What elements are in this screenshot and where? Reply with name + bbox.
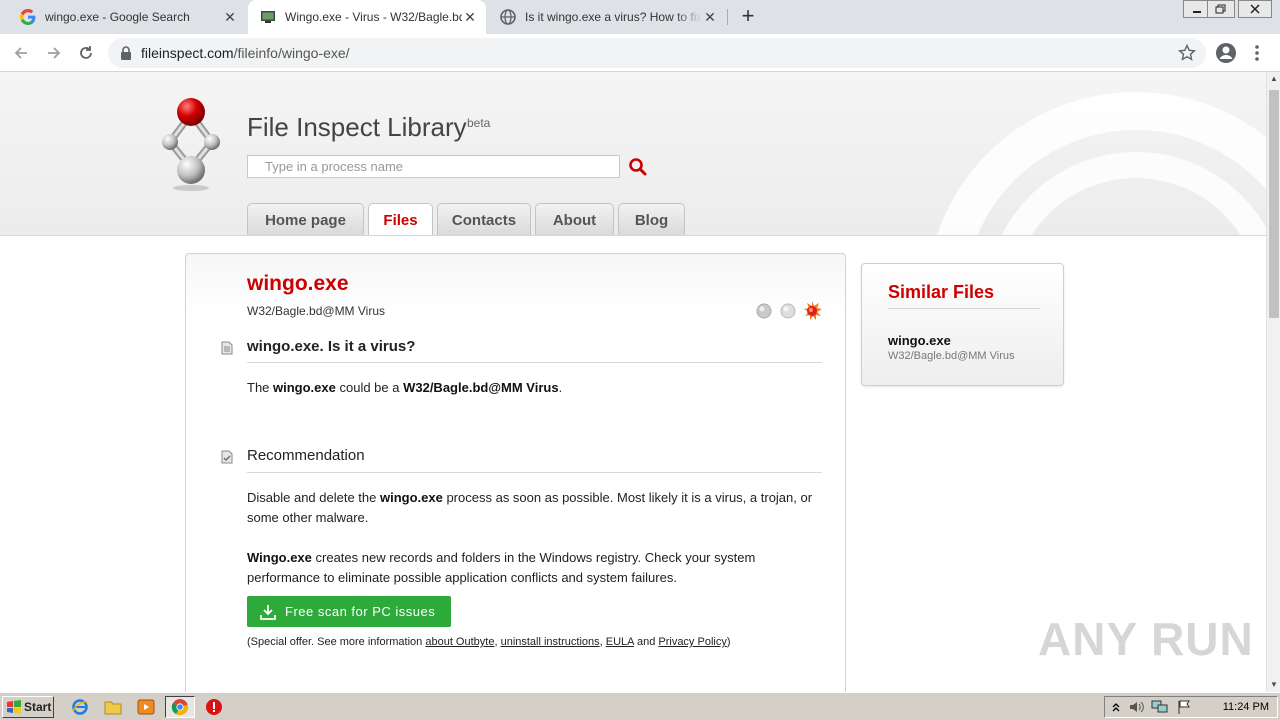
bookmark-star-icon[interactable] [1177,43,1197,67]
site-header: File Inspect Library beta Home page File… [0,72,1266,236]
url-text: fileinspect.com/fileinfo/wingo-exe/ [141,45,350,61]
virus-section-text: The wingo.exe could be a W32/Bagle.bd@MM… [247,380,563,395]
clock: 11:24 PM [1222,701,1269,713]
beta-label: beta [467,116,491,130]
search-icon [629,158,647,176]
eula-link[interactable]: EULA [606,636,634,648]
anyrun-watermark: ANY RUN [1038,613,1254,665]
browser-toolbar: fileinspect.com/fileinfo/wingo-exe/ [0,34,1280,72]
threat-level-medium-icon [780,303,796,319]
recommendation-paragraph-1: Disable and delete the wingo.exe process… [247,490,813,525]
forward-button[interactable] [42,41,66,65]
speaker-icon[interactable] [1129,700,1145,714]
tab-title: Is it wingo.exe a virus? How to fix wing… [525,10,702,24]
close-window-button[interactable] [1238,0,1272,18]
reload-icon [80,46,92,59]
scroll-up-icon[interactable]: ▲ [1267,72,1280,86]
tab-is-it-virus[interactable]: Is it wingo.exe a virus? How to fix wing… [488,0,726,34]
file-info-card: wingo.exe W32/Bagle.bd@MM Virus wingo.ex… [185,253,846,692]
nav-blog[interactable]: Blog [618,203,685,235]
section-divider [247,472,822,473]
tab-google-search[interactable]: wingo.exe - Google Search ✕ [8,0,246,34]
recommendation-section-title: Recommendation [247,447,365,464]
site-title[interactable]: File Inspect Library [247,112,467,143]
new-tab-button[interactable]: + [736,4,760,28]
system-tray: 11:24 PM [1104,696,1278,718]
chrome-taskbar-icon[interactable] [165,696,195,718]
nav-home-page[interactable]: Home page [247,203,364,235]
similar-file-link[interactable]: wingo.exe [888,333,951,348]
windows-taskbar: Start 11:24 PM [0,692,1280,720]
stop-app-icon[interactable] [204,697,224,717]
scrollbar-thumb[interactable] [1269,90,1279,318]
flag-icon[interactable] [1177,700,1191,714]
network-icon[interactable] [1151,700,1169,714]
download-icon [260,605,276,620]
similar-files-title: Similar Files [888,282,995,302]
file-explorer-icon[interactable] [103,697,123,717]
nav-about[interactable]: About [535,203,614,235]
special-offer-text: (Special offer. See more information abo… [247,636,731,648]
close-icon[interactable]: ✕ [462,9,478,26]
close-icon[interactable]: ✕ [222,9,238,26]
media-player-icon[interactable] [136,697,156,717]
document-icon [221,341,233,355]
virus-section-title: wingo.exe. Is it a virus? [247,338,416,355]
section-divider [247,362,822,363]
site-logo[interactable] [156,96,226,192]
nav-files[interactable]: Files [368,203,433,235]
privacy-policy-link[interactable]: Privacy Policy [658,636,726,648]
tab-title: wingo.exe - Google Search [45,10,190,24]
tray-expand-icon[interactable] [1111,701,1121,713]
threat-level-high-icon [804,301,822,320]
internet-explorer-icon[interactable] [70,697,90,717]
address-bar[interactable]: fileinspect.com/fileinfo/wingo-exe/ [108,38,1206,68]
section-divider [888,308,1040,309]
nav-contacts[interactable]: Contacts [437,203,531,235]
restore-button[interactable] [1207,0,1235,18]
account-icon[interactable] [1215,42,1237,69]
similar-file-threat: W32/Bagle.bd@MM Virus [888,350,1015,362]
file-name-heading: wingo.exe [247,272,349,295]
about-outbyte-link[interactable]: about Outbyte [425,636,494,648]
checklist-icon [221,450,233,464]
scroll-down-icon[interactable]: ▼ [1267,678,1280,692]
globe-icon [500,9,516,25]
threat-level-low-icon [756,303,772,319]
windows-logo-icon [7,700,21,714]
free-scan-button[interactable]: Free scan for PC issues [247,596,451,627]
start-button[interactable]: Start [2,696,54,718]
menu-dots-icon[interactable] [1254,44,1260,67]
tab-fileinspect[interactable]: Wingo.exe - Virus - W32/Bagle.bd@MM Viru… [248,0,486,34]
uninstall-instructions-link[interactable]: uninstall instructions [501,636,600,648]
similar-files-card: Similar Files wingo.exe W32/Bagle.bd@MM … [861,263,1064,386]
free-scan-button-label: Free scan for PC issues [285,604,436,619]
lock-icon [120,46,132,65]
page-scrollbar[interactable]: ▲ ▼ [1266,72,1280,692]
web-page: File Inspect Library beta Home page File… [0,72,1266,692]
monitor-icon [260,9,276,25]
recommendation-paragraph-2: Wingo.exe creates new records and folder… [247,550,756,585]
google-icon [20,9,36,25]
reload-button[interactable] [74,41,98,65]
tab-strip: wingo.exe - Google Search ✕ Wingo.exe - … [0,0,1280,34]
forward-arrow-icon [48,47,61,59]
back-arrow-icon [14,47,27,59]
close-icon[interactable]: ✕ [702,9,718,26]
file-threat-name: W32/Bagle.bd@MM Virus [247,304,386,318]
back-button[interactable] [9,41,33,65]
search-button[interactable] [628,157,648,177]
tab-title: Wingo.exe - Virus - W32/Bagle.bd@MM Viru… [285,10,462,24]
tab-separator [727,9,728,25]
process-search-input[interactable] [247,155,620,178]
